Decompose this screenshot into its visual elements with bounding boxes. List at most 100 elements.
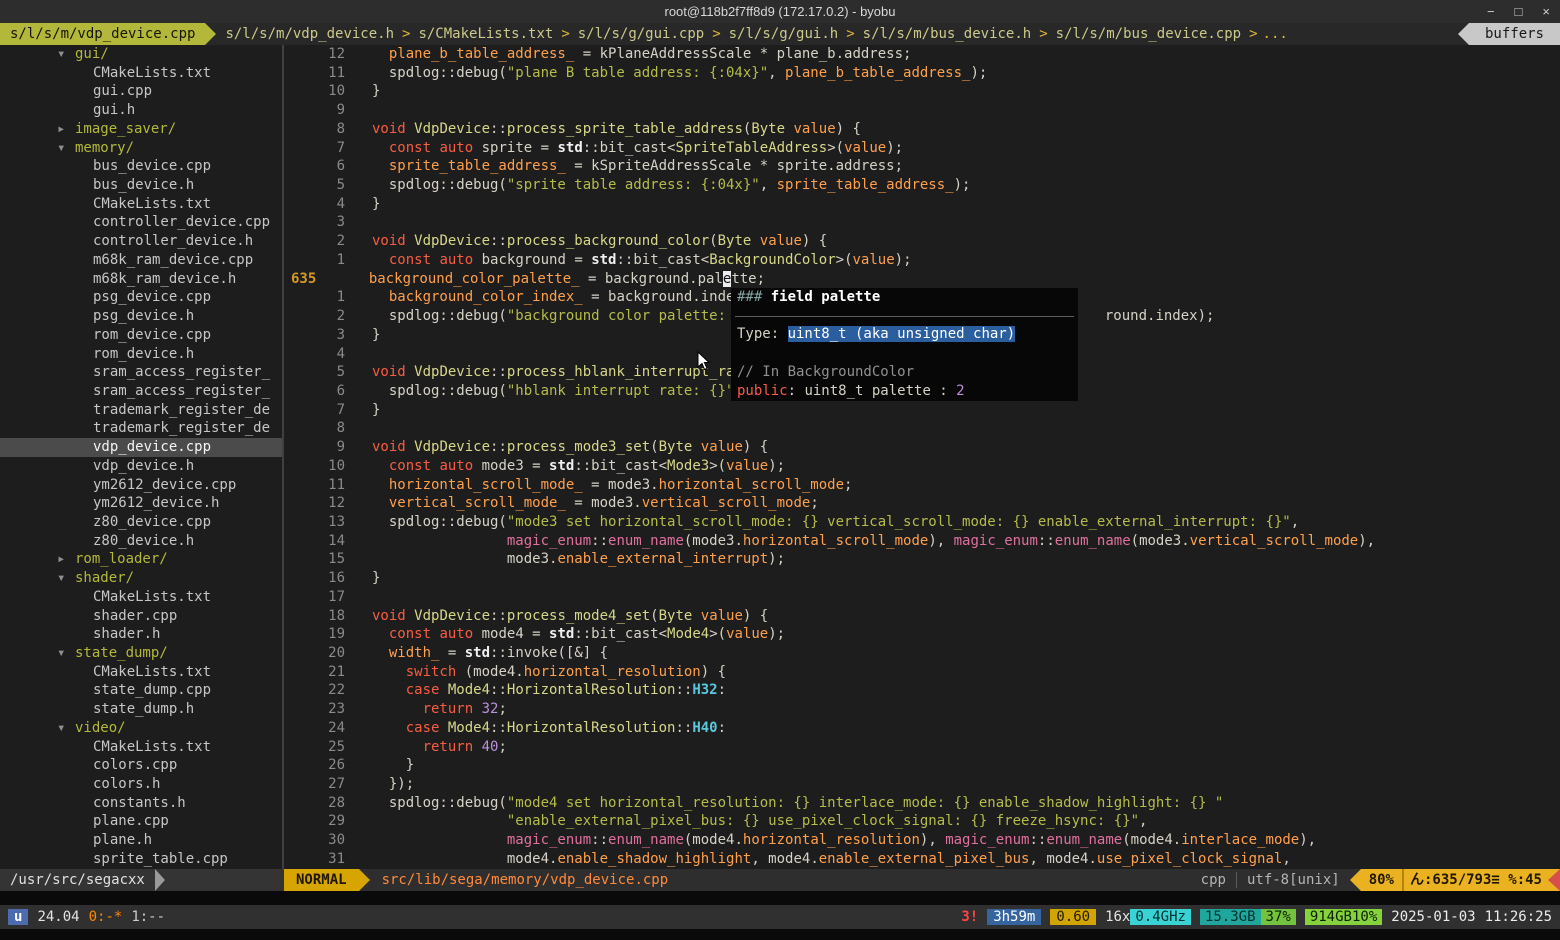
tree-file[interactable]: controller_device.cpp <box>0 213 282 232</box>
tree-file[interactable]: plane.cpp <box>0 812 282 831</box>
code-text <box>372 419 1560 438</box>
code-line[interactable]: 18void VdpDevice::process_mode4_set(Byte… <box>284 607 1560 626</box>
code-line[interactable]: 4} <box>284 195 1560 214</box>
code-line[interactable]: 2void VdpDevice::process_background_colo… <box>284 232 1560 251</box>
tree-dir[interactable]: ▸image_saver/ <box>0 120 282 139</box>
tree-file[interactable]: colors.cpp <box>0 756 282 775</box>
tree-file[interactable]: shader.h <box>0 625 282 644</box>
code-line[interactable]: 21 switch (mode4.horizontal_resolution) … <box>284 663 1560 682</box>
tree-file[interactable]: m68k_ram_device.cpp <box>0 251 282 270</box>
tab-item[interactable]: s/l/s/g/gui.cpp <box>575 23 707 45</box>
tree-file[interactable]: gui.h <box>0 101 282 120</box>
code-line[interactable]: 13 spdlog::debug("mode3 set horizontal_s… <box>284 513 1560 532</box>
tab-item[interactable]: s/l/s/m/vdp_device.h <box>222 23 397 45</box>
buffers-button[interactable]: buffers <box>1469 23 1560 45</box>
tree-file[interactable]: sram_access_register_ <box>0 363 282 382</box>
code-line[interactable]: 14 magic_enum::enum_name(mode3.horizonta… <box>284 532 1560 551</box>
tree-file[interactable]: bus_device.h <box>0 176 282 195</box>
code-line[interactable]: 26 } <box>284 756 1560 775</box>
code-line[interactable]: 20 width_ = std::invoke([&] { <box>284 644 1560 663</box>
editor-pane[interactable]: 12 plane_b_table_address_ = kPlaneAddres… <box>282 45 1560 869</box>
code-line[interactable]: 24 case Mode4::HorizontalResolution::H40… <box>284 719 1560 738</box>
tree-file[interactable]: gui.cpp <box>0 82 282 101</box>
tree-dir[interactable]: ▾memory/ <box>0 139 282 158</box>
code-line[interactable]: 29 "enable_external_pixel_bus: {} use_pi… <box>284 812 1560 831</box>
tree-file[interactable]: CMakeLists.txt <box>0 195 282 214</box>
code-line[interactable]: 8 <box>284 419 1560 438</box>
maximize-button[interactable]: □ <box>1515 4 1523 19</box>
tree-file[interactable]: vdp_device.cpp <box>0 438 282 457</box>
tree-file[interactable]: sprite_table.cpp <box>0 850 282 869</box>
code-line[interactable]: 10 const auto mode3 = std::bit_cast<Mode… <box>284 457 1560 476</box>
tree-file[interactable]: z80_device.h <box>0 532 282 551</box>
vim-cmdline[interactable] <box>0 891 1560 905</box>
code-line[interactable]: 25 return 40; <box>284 738 1560 757</box>
file-tree-panel[interactable]: ▾gui/CMakeLists.txtgui.cppgui.h▸image_sa… <box>0 45 282 869</box>
tab-item[interactable]: s/l/s/g/gui.h <box>726 23 842 45</box>
code-line[interactable]: 635 background_color_palette_ = backgrou… <box>284 270 1560 289</box>
code-line[interactable]: 16} <box>284 569 1560 588</box>
tree-file[interactable]: rom_device.cpp <box>0 326 282 345</box>
code-line[interactable]: 11 horizontal_scroll_mode_ = mode3.horiz… <box>284 476 1560 495</box>
tab-item[interactable]: s/l/s/m/bus_device.cpp <box>1053 23 1244 45</box>
code-line[interactable]: 9 <box>284 101 1560 120</box>
tab-item[interactable]: s/l/s/m/bus_device.h <box>860 23 1035 45</box>
code-line[interactable]: 31 mode4.enable_shadow_highlight, mode4.… <box>284 850 1560 869</box>
code-line[interactable]: 12 plane_b_table_address_ = kPlaneAddres… <box>284 45 1560 64</box>
tree-file[interactable]: psg_device.h <box>0 307 282 326</box>
byobu-window-0[interactable]: 0:-* <box>89 909 123 925</box>
tree-file[interactable]: trademark_register_de <box>0 419 282 438</box>
code-line[interactable]: 23 return 32; <box>284 700 1560 719</box>
code-line[interactable]: 5 spdlog::debug("sprite table address: {… <box>284 176 1560 195</box>
tree-file[interactable]: vdp_device.h <box>0 457 282 476</box>
tree-file[interactable]: shader.cpp <box>0 607 282 626</box>
tree-file[interactable]: CMakeLists.txt <box>0 738 282 757</box>
tree-file[interactable]: psg_device.cpp <box>0 288 282 307</box>
minimize-button[interactable]: − <box>1487 4 1495 19</box>
code-line[interactable]: 15 mode3.enable_external_interrupt); <box>284 550 1560 569</box>
tree-file[interactable]: z80_device.cpp <box>0 513 282 532</box>
tab-item[interactable]: s/CMakeLists.txt <box>415 23 556 45</box>
tree-dir[interactable]: ▾shader/ <box>0 569 282 588</box>
tree-file[interactable]: trademark_register_de <box>0 401 282 420</box>
code-line[interactable]: 27 }); <box>284 775 1560 794</box>
code-line[interactable]: 28 spdlog::debug("mode4 set horizontal_r… <box>284 794 1560 813</box>
tree-file[interactable]: rom_device.h <box>0 345 282 364</box>
tree-dir[interactable]: ▾video/ <box>0 719 282 738</box>
tree-file[interactable]: colors.h <box>0 775 282 794</box>
tree-file[interactable]: m68k_ram_device.h <box>0 270 282 289</box>
tree-file[interactable]: CMakeLists.txt <box>0 588 282 607</box>
code-line[interactable]: 17 <box>284 588 1560 607</box>
window-titlebar[interactable]: root@118b2f7ff8d9 (172.17.0.2) - byobu −… <box>0 0 1560 23</box>
code-line[interactable]: 30 magic_enum::enum_name(mode4.horizonta… <box>284 831 1560 850</box>
code-line[interactable]: 19 const auto mode4 = std::bit_cast<Mode… <box>284 625 1560 644</box>
tree-file[interactable]: CMakeLists.txt <box>0 663 282 682</box>
code-line[interactable]: 6 sprite_table_address_ = kSpriteAddress… <box>284 157 1560 176</box>
tab-active[interactable]: s/l/s/m/vdp_device.cpp <box>0 23 205 45</box>
code-line[interactable]: 22 case Mode4::HorizontalResolution::H32… <box>284 681 1560 700</box>
tree-dir[interactable]: ▾gui/ <box>0 45 282 64</box>
tree-file[interactable]: ym2612_device.h <box>0 494 282 513</box>
tree-dir[interactable]: ▾state_dump/ <box>0 644 282 663</box>
code-line[interactable]: 12 vertical_scroll_mode_ = mode3.vertica… <box>284 494 1560 513</box>
tree-file[interactable]: controller_device.h <box>0 232 282 251</box>
code-line[interactable]: 1 const auto background = std::bit_cast<… <box>284 251 1560 270</box>
code-line[interactable]: 9void VdpDevice::process_mode3_set(Byte … <box>284 438 1560 457</box>
close-button[interactable]: × <box>1542 4 1550 19</box>
tree-file[interactable]: plane.h <box>0 831 282 850</box>
code-line[interactable]: 7} <box>284 401 1560 420</box>
code-line[interactable]: 7 const auto sprite = std::bit_cast<Spri… <box>284 139 1560 158</box>
byobu-window-1[interactable]: 1:-- <box>131 909 165 925</box>
code-line[interactable]: 10} <box>284 82 1560 101</box>
code-line[interactable]: 11 spdlog::debug("plane B table address:… <box>284 64 1560 83</box>
tree-file[interactable]: CMakeLists.txt <box>0 64 282 83</box>
tree-file[interactable]: constants.h <box>0 794 282 813</box>
code-line[interactable]: 8void VdpDevice::process_sprite_table_ad… <box>284 120 1560 139</box>
tree-file[interactable]: ym2612_device.cpp <box>0 476 282 495</box>
tree-file[interactable]: state_dump.h <box>0 700 282 719</box>
tree-file[interactable]: state_dump.cpp <box>0 681 282 700</box>
tree-dir[interactable]: ▸rom_loader/ <box>0 550 282 569</box>
tree-file[interactable]: bus_device.cpp <box>0 157 282 176</box>
code-line[interactable]: 3 <box>284 213 1560 232</box>
tree-file[interactable]: sram_access_register_ <box>0 382 282 401</box>
